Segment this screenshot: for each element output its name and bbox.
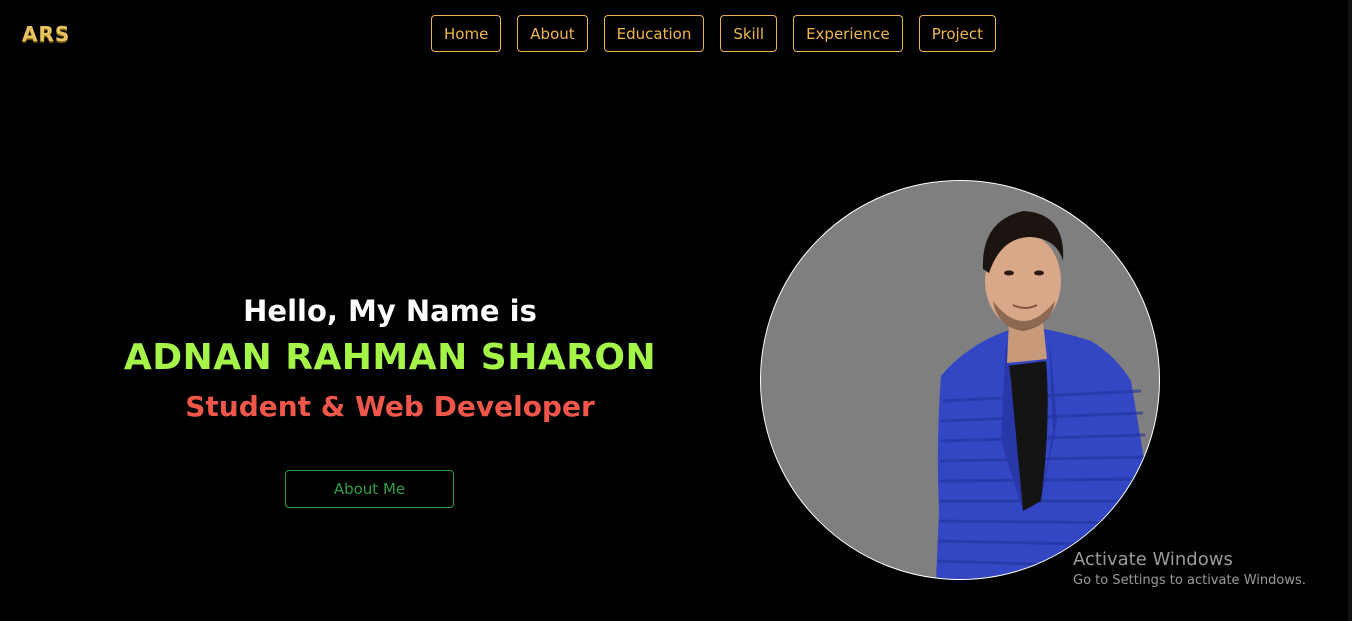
vertical-scrollbar[interactable] xyxy=(1348,0,1352,621)
page: ARS Home About Education Skill Experienc… xyxy=(0,0,1352,621)
greeting-text: Hello, My Name is xyxy=(243,294,537,328)
hero-intro: Hello, My Name is ADNAN RAHMAN SHARON St… xyxy=(90,290,690,430)
nav-project-button[interactable]: Project xyxy=(918,15,997,52)
person-role: Student & Web Developer xyxy=(185,390,595,423)
nav-home-button[interactable]: Home xyxy=(431,15,502,52)
nav-experience-button[interactable]: Experience xyxy=(793,15,903,52)
watermark-title: Activate Windows xyxy=(1073,549,1233,570)
watermark-subtitle: Go to Settings to activate Windows. xyxy=(1073,573,1306,588)
windows-activation-watermark: Activate Windows Go to Settings to activ… xyxy=(1073,548,1306,590)
profile-photo xyxy=(760,180,1160,580)
about-me-button[interactable]: About Me xyxy=(285,470,454,508)
nav-education-button[interactable]: Education xyxy=(603,15,705,52)
nav-about-button[interactable]: About xyxy=(517,15,588,52)
nav-skill-button[interactable]: Skill xyxy=(720,15,778,52)
person-name: ADNAN RAHMAN SHARON xyxy=(123,337,657,378)
brand-logo[interactable]: ARS xyxy=(22,22,70,46)
main-nav: Home About Education Skill Experience Pr… xyxy=(431,15,997,52)
person-photo-icon xyxy=(936,211,1147,579)
